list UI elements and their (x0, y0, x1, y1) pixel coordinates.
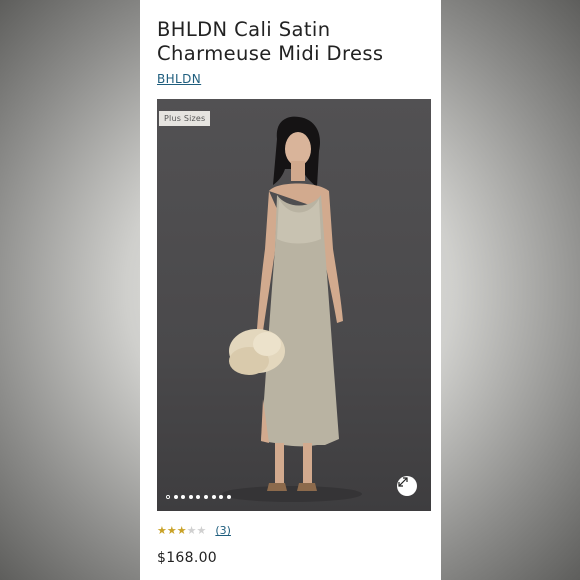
star-icon: ★ (196, 524, 207, 537)
carousel-dot[interactable] (196, 495, 201, 499)
expand-image-button[interactable] (397, 476, 417, 496)
plus-sizes-badge: Plus Sizes (159, 111, 211, 126)
carousel-dot[interactable] (211, 495, 216, 499)
review-count-link[interactable]: (3) (215, 524, 231, 537)
star-rating: ★ ★ ★ ★ ★ (157, 525, 206, 536)
rating-summary: ★ ★ ★ ★ ★ (3) (157, 524, 231, 537)
carousel-dot[interactable] (219, 495, 224, 499)
brand-link[interactable]: BHLDN (157, 72, 201, 86)
model-photo (222, 116, 362, 502)
star-icon: ★ (166, 524, 177, 537)
product-card: BHLDN Cali Satin Charmeuse Midi Dress BH… (140, 0, 441, 580)
star-icon: ★ (176, 524, 187, 537)
product-price: $168.00 (157, 550, 217, 566)
expand-icon (398, 477, 408, 487)
star-icon: ★ (186, 524, 197, 537)
product-title: BHLDN Cali Satin Charmeuse Midi Dress (157, 18, 384, 65)
carousel-dots (166, 495, 231, 499)
product-image-carousel[interactable]: Plus Sizes (157, 99, 431, 511)
carousel-dot[interactable] (173, 495, 178, 499)
carousel-dot[interactable] (203, 495, 208, 499)
carousel-dot[interactable] (181, 495, 186, 499)
carousel-dot[interactable] (188, 495, 193, 499)
carousel-dot[interactable] (226, 495, 231, 499)
carousel-dot[interactable] (166, 495, 170, 499)
star-icon: ★ (157, 524, 167, 537)
